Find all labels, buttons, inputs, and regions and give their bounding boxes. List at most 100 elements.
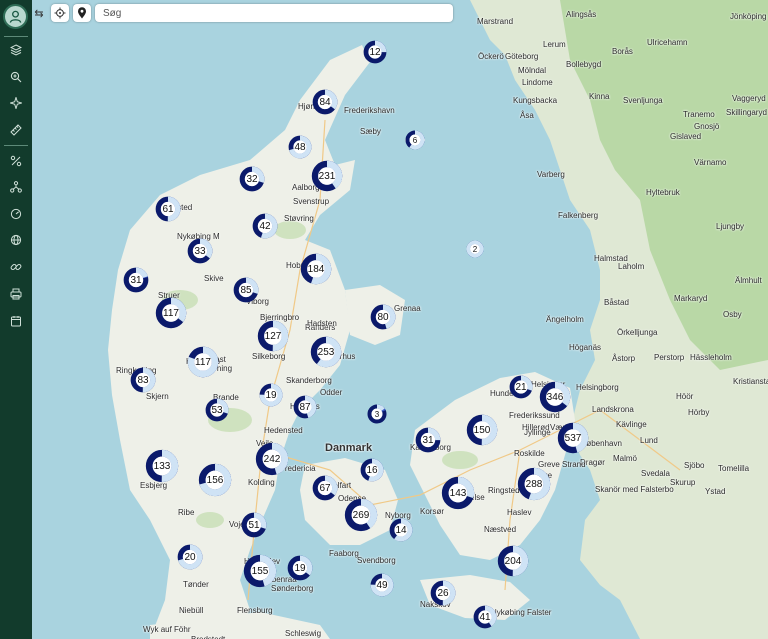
sidebar-item-network[interactable] — [6, 177, 26, 197]
cluster-marker[interactable]: 2 — [466, 240, 484, 258]
cluster-marker[interactable]: 156 — [198, 463, 232, 497]
place-label: Jyllinge — [524, 428, 551, 437]
pin-button[interactable] — [73, 4, 91, 22]
cluster-marker[interactable]: 346 — [539, 381, 571, 413]
cluster-marker[interactable]: 184 — [300, 253, 332, 285]
cluster-count: 117 — [163, 307, 179, 319]
cluster-marker[interactable]: 31 — [123, 267, 149, 293]
place-label: Göteborg — [505, 52, 539, 61]
map-pin-icon — [78, 7, 86, 19]
cluster-marker[interactable]: 80 — [370, 304, 396, 330]
place-label: Kristianstad — [733, 377, 768, 386]
cluster-marker[interactable]: 269 — [344, 498, 378, 532]
cluster-count: 231 — [318, 170, 336, 182]
sidebar-item-gauge[interactable] — [6, 204, 26, 224]
user-avatar[interactable] — [3, 4, 28, 29]
place-label: Wyk auf Föhr — [143, 625, 191, 634]
place-label: Höganäs — [569, 343, 602, 352]
cluster-marker[interactable]: 85 — [233, 277, 259, 303]
cluster-marker[interactable]: 26 — [430, 580, 456, 606]
percent-icon — [10, 155, 22, 167]
cluster-marker[interactable]: 67 — [312, 475, 338, 501]
cluster-marker[interactable]: 19 — [287, 555, 313, 581]
cluster-marker[interactable]: 242 — [255, 442, 289, 476]
cluster-marker[interactable]: 155 — [243, 554, 277, 588]
cluster-count: 156 — [206, 474, 224, 486]
cluster-marker[interactable]: 253 — [310, 336, 342, 368]
cluster-marker[interactable]: 288 — [517, 467, 551, 501]
place-label: Kolding — [248, 478, 275, 487]
cluster-marker[interactable]: 51 — [241, 512, 267, 538]
cluster-marker[interactable]: 127 — [257, 320, 289, 352]
cluster-count: 269 — [352, 509, 370, 521]
cluster-count: 16 — [366, 464, 378, 476]
cluster-marker[interactable]: 87 — [293, 395, 317, 419]
cluster-marker[interactable]: 537 — [557, 422, 589, 454]
cluster-marker[interactable]: 231 — [311, 160, 343, 192]
cluster-marker[interactable]: 3 — [367, 404, 387, 424]
cluster-marker[interactable]: 117 — [187, 346, 219, 378]
cluster-marker[interactable]: 32 — [239, 166, 265, 192]
cluster-marker[interactable]: 84 — [312, 89, 338, 115]
cluster-count: 12 — [369, 46, 381, 58]
cluster-marker[interactable]: 53 — [205, 398, 229, 422]
cluster-marker[interactable]: 16 — [360, 458, 384, 482]
sidebar-item-zoom[interactable] — [6, 67, 26, 87]
cluster-marker[interactable]: 6 — [405, 130, 425, 150]
link-icon — [10, 263, 22, 271]
place-label: Skjern — [146, 392, 169, 401]
cluster-marker[interactable]: 31 — [415, 427, 441, 453]
place-label: Niebüll — [179, 606, 204, 615]
sidebar-item-link[interactable] — [6, 257, 26, 277]
cluster-count: 19 — [294, 562, 306, 574]
cluster-marker[interactable]: 83 — [130, 367, 156, 393]
place-label: Mölndal — [518, 66, 547, 75]
sidebar-item-compass[interactable] — [6, 93, 26, 113]
place-label: Skillingaryd — [726, 108, 767, 117]
compass-icon — [10, 97, 22, 109]
cluster-marker[interactable]: 42 — [252, 213, 278, 239]
locate-button[interactable] — [51, 4, 69, 22]
cluster-marker[interactable]: 48 — [288, 135, 312, 159]
cluster-marker[interactable]: 117 — [155, 297, 187, 329]
place-label: Hedensted — [264, 426, 303, 435]
place-label: Støvring — [284, 214, 314, 223]
place-label: Helsingborg — [576, 383, 619, 392]
layers-icon — [10, 44, 22, 56]
search-input[interactable] — [101, 6, 453, 20]
place-label: Flensburg — [237, 606, 273, 615]
collapse-sidebar-button[interactable]: ⇆ — [33, 4, 45, 22]
cluster-marker[interactable]: 61 — [155, 196, 181, 222]
place-label: Ljungby — [716, 222, 745, 231]
place-label: Odder — [320, 388, 343, 397]
cluster-marker[interactable]: 19 — [259, 383, 283, 407]
sidebar-item-calendar[interactable] — [6, 311, 26, 331]
sidebar-item-globe[interactable] — [6, 230, 26, 250]
sidebar — [0, 0, 32, 639]
sidebar-item-measure[interactable] — [6, 120, 26, 140]
place-label: Lund — [640, 436, 658, 445]
cluster-marker[interactable]: 14 — [389, 518, 413, 542]
cluster-count: 80 — [377, 311, 389, 323]
cluster-marker[interactable]: 150 — [466, 414, 498, 446]
place-label: Faaborg — [329, 549, 359, 558]
cluster-marker[interactable]: 143 — [441, 476, 475, 510]
place-label: Varberg — [537, 170, 565, 179]
place-label: Öckerö — [478, 52, 504, 61]
cluster-count: 31 — [422, 434, 434, 446]
sidebar-item-print[interactable] — [6, 284, 26, 304]
globe-icon — [10, 234, 22, 246]
cluster-marker[interactable]: 133 — [145, 449, 179, 483]
sidebar-item-percent[interactable] — [6, 151, 26, 171]
cluster-marker[interactable]: 41 — [473, 605, 497, 629]
cluster-marker[interactable]: 20 — [177, 544, 203, 570]
cluster-marker[interactable]: 204 — [497, 545, 529, 577]
cluster-marker[interactable]: 21 — [509, 375, 533, 399]
cluster-marker[interactable]: 12 — [363, 40, 387, 64]
cluster-marker[interactable]: 33 — [187, 238, 213, 264]
map-canvas[interactable]: Marstrand Alingsås Lerum Öckerö Göteborg Borå… — [32, 0, 768, 639]
sidebar-item-layers[interactable] — [6, 40, 26, 60]
cluster-count: 83 — [137, 374, 149, 386]
place-label: Åsa — [520, 111, 534, 120]
cluster-marker[interactable]: 49 — [370, 573, 394, 597]
